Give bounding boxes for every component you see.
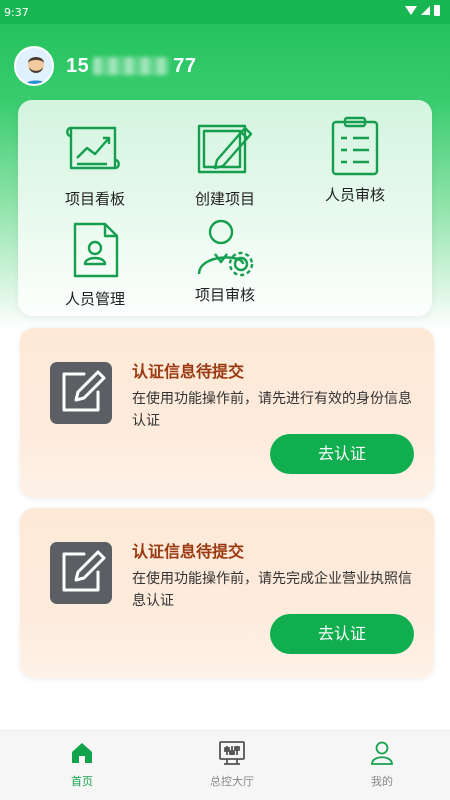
menu-item-label: 人员管理: [64, 290, 125, 308]
tab-label: 首页: [71, 775, 93, 788]
license-notice-card: 认证信息待提交 在使用功能操作前，请先完成企业营业执照信息认证 去认证: [20, 508, 434, 678]
verify-button[interactable]: 去认证: [270, 434, 414, 474]
bottom-tab-bar: 首页 总控大厅 我的: [0, 730, 450, 800]
menu-item-staff-review[interactable]: 人员审核: [300, 114, 410, 205]
menu-item-label: 人员审核: [324, 186, 385, 204]
dashboard-chart-icon: [63, 118, 127, 182]
menu-item-project-review[interactable]: 项目审核: [170, 214, 280, 305]
verification-notice-card: 认证信息待提交 在使用功能操作前，请先进行有效的身份信息认证 去认证: [20, 328, 434, 498]
create-edit-icon: [193, 118, 257, 182]
home-icon: [22, 739, 142, 767]
tab-home[interactable]: 首页: [22, 739, 142, 789]
battery-icon: [434, 5, 440, 16]
function-menu-card: 项目看板 创建项目 人员审核 人员管理 项目审核: [18, 100, 432, 316]
status-time: 9:37: [4, 6, 29, 19]
person-document-icon: [63, 218, 127, 282]
user-header[interactable]: 15 77: [14, 46, 197, 86]
clipboard-review-icon: [323, 114, 387, 178]
signal-icon: [421, 6, 430, 15]
menu-item-label: 项目审核: [194, 286, 255, 304]
tab-label: 我的: [371, 775, 393, 788]
edit-icon: [50, 362, 112, 424]
wifi-icon: [405, 6, 417, 15]
control-panel-icon: [172, 739, 292, 767]
profile-icon: [322, 739, 442, 767]
tab-label: 总控大厅: [210, 775, 254, 788]
phone-mask: [93, 57, 170, 76]
tab-profile[interactable]: 我的: [322, 739, 442, 789]
phone-prefix: 15: [66, 54, 90, 77]
status-icons: [405, 5, 440, 16]
notice-title: 认证信息待提交: [132, 362, 245, 381]
menu-item-project-board[interactable]: 项目看板: [40, 118, 150, 209]
notice-description: 在使用功能操作前，请先进行有效的身份信息认证: [132, 391, 412, 429]
menu-item-create-project[interactable]: 创建项目: [170, 118, 280, 209]
notice-description: 在使用功能操作前，请先完成企业营业执照信息认证: [132, 571, 412, 609]
avatar[interactable]: [14, 46, 54, 86]
menu-item-label: 创建项目: [194, 190, 255, 208]
notice-title: 认证信息待提交: [132, 542, 245, 561]
menu-item-label: 项目看板: [64, 190, 125, 208]
verify-button[interactable]: 去认证: [270, 614, 414, 654]
menu-item-staff-management[interactable]: 人员管理: [40, 218, 150, 309]
tab-control-hall[interactable]: 总控大厅: [172, 739, 292, 789]
status-bar: 9:37: [0, 0, 450, 24]
edit-icon: [50, 542, 112, 604]
phone-number: 15 77: [66, 55, 197, 78]
phone-suffix: 77: [173, 54, 197, 77]
user-gear-icon: [193, 214, 257, 278]
